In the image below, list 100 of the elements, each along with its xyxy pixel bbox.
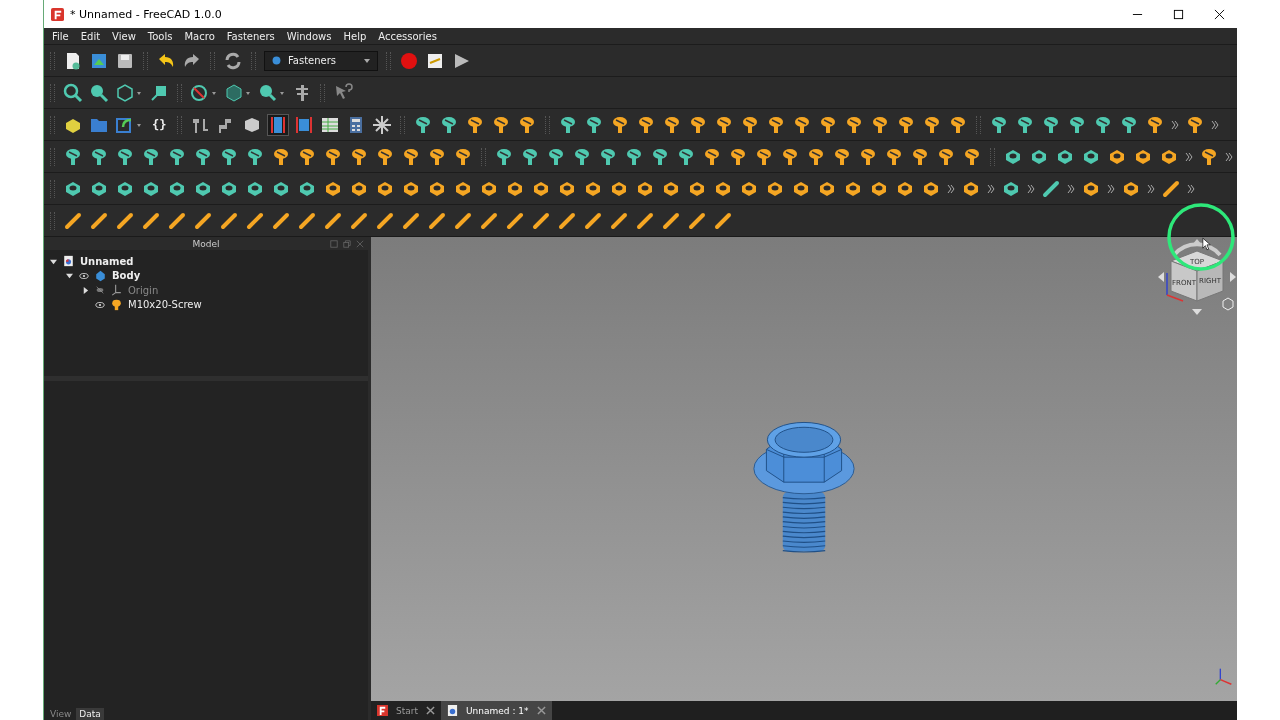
tree-item[interactable]: Origin bbox=[128, 284, 159, 296]
pin-icon[interactable] bbox=[453, 210, 473, 231]
menu-item[interactable]: Fasteners bbox=[226, 30, 275, 42]
pin-icon[interactable] bbox=[401, 210, 421, 231]
maximize-icon[interactable] bbox=[1173, 8, 1184, 20]
screw-icon[interactable] bbox=[858, 146, 878, 167]
menu-item[interactable]: Tools bbox=[147, 30, 173, 42]
refresh-icon[interactable] bbox=[223, 50, 243, 71]
menu-item[interactable]: Edit bbox=[80, 30, 101, 42]
screw-icon[interactable] bbox=[1199, 146, 1219, 167]
menu-item[interactable]: File bbox=[52, 30, 69, 42]
menu-item[interactable]: Windows bbox=[286, 30, 332, 42]
eye-icon[interactable] bbox=[79, 271, 89, 280]
star-icon[interactable] bbox=[372, 114, 393, 135]
panel-tab[interactable]: View bbox=[47, 708, 75, 720]
pin-icon[interactable] bbox=[63, 210, 83, 231]
pin-icon[interactable] bbox=[245, 210, 265, 231]
workbench-dropdown[interactable]: Fasteners bbox=[264, 50, 378, 71]
screw-icon[interactable] bbox=[676, 146, 696, 167]
screw-icon[interactable] bbox=[598, 146, 618, 167]
pin-icon[interactable] bbox=[583, 210, 603, 231]
document-tab[interactable]: Unnamed : 1* bbox=[441, 701, 552, 720]
rotate-arc-icon[interactable] bbox=[1172, 242, 1222, 257]
pin-icon[interactable] bbox=[557, 210, 577, 231]
screw-icon[interactable] bbox=[754, 146, 774, 167]
close-icon[interactable] bbox=[1214, 8, 1225, 20]
view-cube-icon[interactable] bbox=[115, 82, 143, 103]
pin-icon[interactable] bbox=[479, 210, 499, 231]
screw-icon[interactable] bbox=[520, 146, 540, 167]
zoom-icon[interactable] bbox=[258, 82, 286, 103]
screw-icon[interactable] bbox=[271, 146, 291, 167]
pin-icon[interactable] bbox=[531, 210, 551, 231]
pin-icon[interactable] bbox=[1041, 178, 1061, 199]
screw-icon[interactable] bbox=[245, 146, 265, 167]
zoom-fit-icon[interactable] bbox=[63, 82, 83, 103]
screw-icon[interactable] bbox=[780, 146, 800, 167]
screw-icon[interactable] bbox=[115, 146, 135, 167]
bearing-icon[interactable] bbox=[294, 114, 315, 135]
screw-icon[interactable] bbox=[910, 146, 930, 167]
pin-icon[interactable] bbox=[427, 210, 447, 231]
screw-icon[interactable] bbox=[453, 146, 473, 167]
arrow-icon[interactable] bbox=[1230, 272, 1236, 282]
screw-icon[interactable] bbox=[89, 146, 109, 167]
eye-icon[interactable] bbox=[95, 300, 105, 309]
close-icon[interactable] bbox=[426, 706, 435, 715]
screw-icon[interactable] bbox=[219, 146, 239, 167]
screw-icon[interactable] bbox=[572, 146, 592, 167]
pin-icon[interactable] bbox=[687, 210, 707, 231]
screw-icon[interactable] bbox=[63, 146, 83, 167]
pin-icon[interactable] bbox=[713, 210, 733, 231]
tree-item[interactable]: M10x20-Screw bbox=[128, 299, 202, 311]
arrow-icon[interactable] bbox=[1158, 272, 1164, 282]
arrow-icon[interactable] bbox=[1192, 239, 1202, 245]
screw-icon[interactable] bbox=[401, 146, 421, 167]
screw-icon[interactable] bbox=[375, 146, 395, 167]
screw-icon[interactable] bbox=[806, 146, 826, 167]
expand-arrow-icon[interactable] bbox=[82, 286, 89, 294]
pin-icon[interactable] bbox=[349, 210, 369, 231]
screw-icon[interactable] bbox=[728, 146, 748, 167]
hidden-eye-icon[interactable] bbox=[95, 286, 105, 295]
pin-icon[interactable] bbox=[1161, 178, 1181, 199]
pin-icon[interactable] bbox=[323, 210, 343, 231]
pin-icon[interactable] bbox=[193, 210, 213, 231]
menu-item[interactable]: View bbox=[112, 30, 136, 42]
pin-icon[interactable] bbox=[505, 210, 525, 231]
screw-icon[interactable] bbox=[297, 146, 317, 167]
view-cube-icon[interactable] bbox=[224, 82, 252, 103]
screw-icon[interactable] bbox=[494, 146, 514, 167]
screw-icon[interactable] bbox=[832, 146, 852, 167]
screw-icon[interactable] bbox=[167, 146, 187, 167]
screw-icon[interactable] bbox=[624, 146, 644, 167]
braces-icon[interactable]: {} bbox=[149, 117, 170, 132]
screw-icon[interactable] bbox=[702, 146, 722, 167]
menu-item[interactable]: Help bbox=[343, 30, 367, 42]
zoom-selection-icon[interactable] bbox=[89, 82, 109, 103]
record-icon[interactable] bbox=[399, 50, 419, 71]
pin-icon[interactable] bbox=[89, 210, 109, 231]
pin-icon[interactable] bbox=[219, 210, 239, 231]
screw-icon[interactable] bbox=[349, 146, 369, 167]
screw-icon[interactable] bbox=[141, 146, 161, 167]
draw-style-icon[interactable] bbox=[190, 82, 218, 103]
pin-icon[interactable] bbox=[661, 210, 681, 231]
screw-icon[interactable] bbox=[884, 146, 904, 167]
screw-icon[interactable] bbox=[323, 146, 343, 167]
screw-icon[interactable] bbox=[546, 146, 566, 167]
screw-icon[interactable] bbox=[650, 146, 670, 167]
tree-item[interactable]: Body bbox=[112, 270, 141, 282]
pin-icon[interactable] bbox=[297, 210, 317, 231]
panel-tab[interactable]: Data bbox=[76, 708, 104, 720]
pin-icon[interactable] bbox=[167, 210, 187, 231]
collapse-arrow-icon[interactable] bbox=[66, 272, 73, 280]
tree-item[interactable]: Unnamed bbox=[80, 255, 134, 267]
menu-item[interactable]: Macro bbox=[184, 30, 215, 42]
pin-icon[interactable] bbox=[115, 210, 135, 231]
menu-item[interactable]: Accessories bbox=[378, 30, 437, 42]
screw-icon[interactable] bbox=[962, 146, 982, 167]
pin-icon[interactable] bbox=[271, 210, 291, 231]
pin-icon[interactable] bbox=[635, 210, 655, 231]
pin-icon[interactable] bbox=[375, 210, 395, 231]
screw-icon[interactable] bbox=[193, 146, 213, 167]
